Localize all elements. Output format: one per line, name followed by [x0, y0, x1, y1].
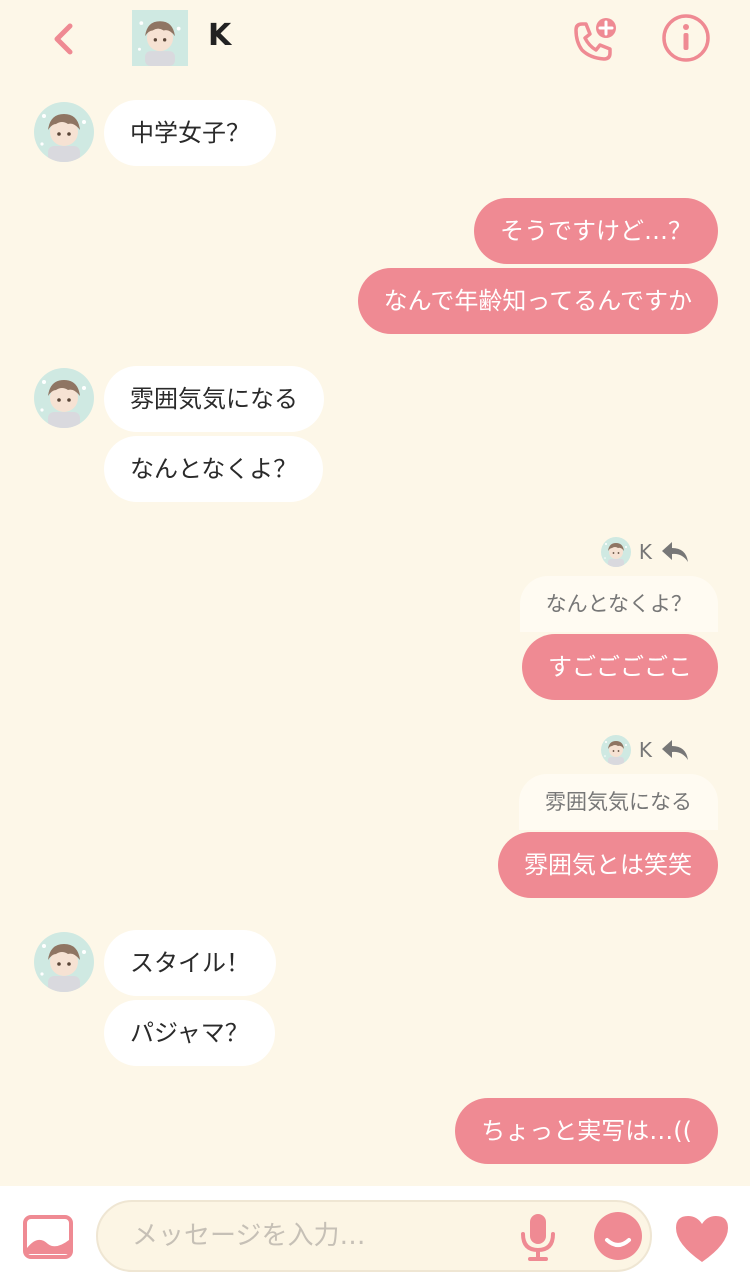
- quoted-message[interactable]: 雰囲気気になる: [519, 774, 718, 830]
- microphone-icon: [521, 1214, 555, 1261]
- emoji-button[interactable]: [592, 1210, 644, 1262]
- message-bubble-incoming[interactable]: 雰囲気気になる: [104, 366, 324, 432]
- message-bubble-incoming[interactable]: なんとなくよ？: [104, 436, 324, 502]
- like-button[interactable]: [672, 1212, 732, 1264]
- reply-target-name: K: [638, 540, 652, 564]
- gallery-button[interactable]: [22, 1214, 74, 1260]
- sender-avatar[interactable]: [34, 368, 94, 428]
- message-bubble-incoming[interactable]: スタイル！: [104, 930, 276, 996]
- info-icon: [662, 14, 710, 62]
- back-button[interactable]: [40, 14, 90, 64]
- sender-avatar[interactable]: [34, 932, 94, 992]
- reply-avatar: [601, 537, 631, 567]
- contact-name: K: [208, 18, 232, 53]
- reply-header: K: [601, 734, 690, 766]
- contact-avatar[interactable]: [132, 10, 188, 66]
- composer-bar: [0, 1186, 750, 1288]
- heart-icon: [676, 1216, 728, 1262]
- chat-header: K: [0, 0, 750, 84]
- reply-arrow-icon: [662, 740, 688, 760]
- reply-avatar: [601, 735, 631, 765]
- message-bubble-incoming[interactable]: 中学女子？: [104, 100, 276, 166]
- message-bubble-incoming[interactable]: パジャマ？: [104, 1000, 275, 1066]
- image-icon: [23, 1215, 73, 1259]
- sender-avatar[interactable]: [34, 102, 94, 162]
- info-button[interactable]: [660, 12, 712, 64]
- reply-header: K: [601, 536, 690, 568]
- message-bubble-outgoing[interactable]: すごごごごこ: [522, 634, 718, 700]
- reply-arrow-icon: [662, 542, 688, 562]
- reply-target-name: K: [638, 738, 652, 762]
- message-bubble-outgoing[interactable]: そうですけど…？: [474, 198, 718, 264]
- microphone-button[interactable]: [518, 1212, 558, 1262]
- call-button[interactable]: [566, 12, 622, 68]
- message-bubble-outgoing[interactable]: なんで年齢知ってるんですか: [357, 268, 718, 334]
- phone-add-icon: [574, 18, 616, 61]
- smiley-icon: [594, 1212, 642, 1260]
- message-bubble-outgoing[interactable]: 雰囲気とは笑笑: [498, 832, 718, 898]
- chevron-left-icon: [54, 23, 73, 55]
- message-input[interactable]: [96, 1200, 652, 1272]
- message-bubble-outgoing[interactable]: ちょっと実写は…((: [455, 1098, 718, 1164]
- quoted-message[interactable]: なんとなくよ？: [519, 576, 718, 632]
